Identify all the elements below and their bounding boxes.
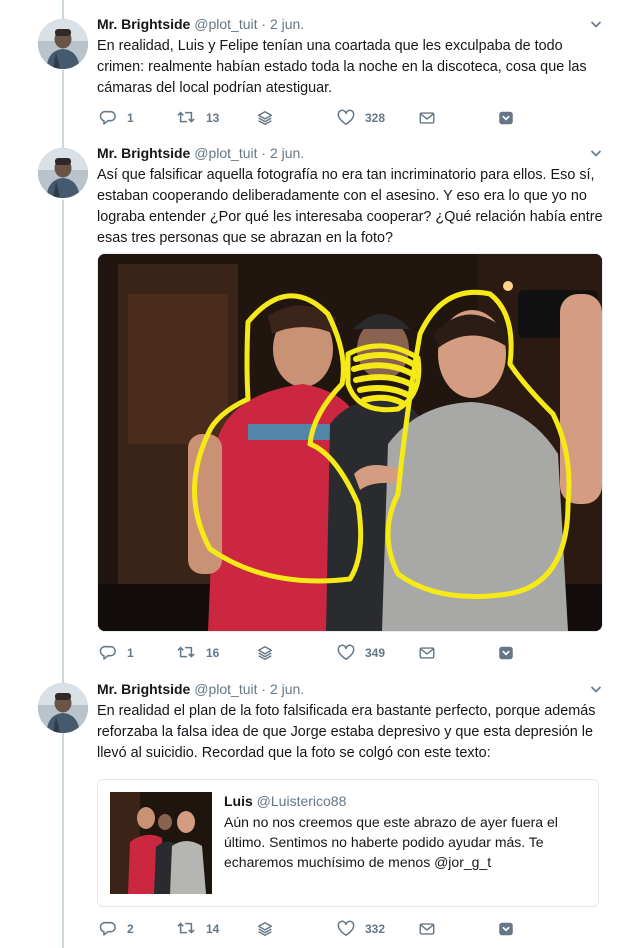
tweet-date[interactable]: 2 jun.	[270, 145, 304, 161]
reply-button[interactable]: 2	[99, 919, 134, 939]
reply-icon	[99, 644, 117, 662]
quoted-photo-image	[110, 792, 212, 894]
stack-button[interactable]	[256, 919, 274, 939]
tweet-actions: 1 16 349	[99, 643, 519, 663]
stack-icon	[256, 109, 274, 127]
save-button[interactable]	[497, 108, 515, 128]
retweet-icon	[176, 920, 196, 938]
quoted-author-name[interactable]: Luis	[224, 793, 253, 809]
author-name[interactable]: Mr. Brightside	[97, 145, 190, 161]
dm-button[interactable]	[418, 643, 436, 663]
tweet-text: En realidad, Luis y Felipe tenían una co…	[97, 38, 587, 96]
save-button[interactable]	[497, 643, 515, 663]
tweet-actions: 2 14 332	[99, 919, 519, 939]
reply-icon	[99, 109, 117, 127]
chevron-down-icon[interactable]	[589, 146, 603, 160]
like-count: 332	[365, 922, 386, 936]
dm-button[interactable]	[418, 108, 436, 128]
bookmark-icon	[497, 644, 515, 662]
like-count: 349	[365, 646, 386, 660]
reply-count: 2	[127, 922, 134, 936]
author-handle[interactable]: @plot_tuit	[194, 145, 257, 161]
photo-image	[98, 254, 602, 631]
reply-icon	[99, 920, 117, 938]
separator-dot: ·	[261, 681, 267, 697]
like-button[interactable]: 328	[337, 108, 385, 128]
retweet-count: 13	[206, 111, 220, 125]
like-count: 328	[365, 111, 386, 125]
quoted-author-handle[interactable]: @Luisterico88	[257, 793, 347, 809]
stack-icon	[256, 644, 274, 662]
stack-icon	[256, 920, 274, 938]
envelope-icon	[418, 644, 436, 662]
reply-button[interactable]: 1	[99, 643, 134, 663]
chevron-down-icon[interactable]	[589, 17, 603, 31]
avatar[interactable]	[38, 683, 88, 733]
retweet-icon	[176, 644, 196, 662]
tweet-photo[interactable]	[97, 253, 603, 632]
tweet-header: Mr. Brightside @plot_tuit · 2 jun.	[97, 680, 603, 700]
avatar[interactable]	[38, 19, 88, 69]
quoted-header: Luis @Luisterico88	[224, 792, 584, 810]
tweet-date[interactable]: 2 jun.	[270, 681, 304, 697]
heart-icon	[337, 644, 355, 662]
heart-icon	[337, 109, 355, 127]
heart-icon	[337, 920, 355, 938]
quoted-tweet[interactable]: Luis @Luisterico88 Aún no nos creemos qu…	[97, 779, 599, 907]
like-button[interactable]: 332	[337, 919, 385, 939]
like-button[interactable]: 349	[337, 643, 385, 663]
tweet[interactable]: Mr. Brightside @plot_tuit · 2 jun. Así q…	[0, 140, 637, 670]
reply-count: 1	[127, 646, 134, 660]
retweet-count: 16	[206, 646, 220, 660]
retweet-icon	[176, 109, 196, 127]
envelope-icon	[418, 920, 436, 938]
author-handle[interactable]: @plot_tuit	[194, 16, 257, 32]
chevron-down-icon[interactable]	[589, 682, 603, 696]
dm-button[interactable]	[418, 919, 436, 939]
quoted-photo[interactable]	[110, 792, 212, 894]
separator-dot: ·	[261, 16, 267, 32]
tweet-actions: 1 13 328	[99, 108, 519, 128]
retweet-button[interactable]: 13	[176, 108, 219, 128]
reply-count: 1	[127, 111, 134, 125]
author-name[interactable]: Mr. Brightside	[97, 681, 190, 697]
retweet-count: 14	[206, 922, 220, 936]
tweet-header: Mr. Brightside @plot_tuit · 2 jun.	[97, 144, 603, 164]
tweet-date[interactable]: 2 jun.	[270, 16, 304, 32]
retweet-button[interactable]: 14	[176, 919, 219, 939]
tweet-text: Así que falsificar aquella fotografía no…	[97, 167, 603, 246]
envelope-icon	[418, 109, 436, 127]
bookmark-icon	[497, 109, 515, 127]
quoted-text: Aún no nos creemos que este abrazo de ay…	[224, 814, 558, 870]
stack-button[interactable]	[256, 643, 274, 663]
bookmark-icon	[497, 920, 515, 938]
stack-button[interactable]	[256, 108, 274, 128]
separator-dot: ·	[261, 145, 267, 161]
tweet[interactable]: Mr. Brightside @plot_tuit · 2 jun. En re…	[0, 0, 637, 140]
save-button[interactable]	[497, 919, 515, 939]
reply-button[interactable]: 1	[99, 108, 134, 128]
author-name[interactable]: Mr. Brightside	[97, 16, 190, 32]
tweet[interactable]: Mr. Brightside @plot_tuit · 2 jun. En re…	[0, 670, 637, 948]
avatar[interactable]	[38, 148, 88, 198]
retweet-button[interactable]: 16	[176, 643, 219, 663]
tweet-header: Mr. Brightside @plot_tuit · 2 jun.	[97, 15, 603, 35]
author-handle[interactable]: @plot_tuit	[194, 681, 257, 697]
tweet-text: En realidad el plan de la foto falsifica…	[97, 703, 596, 761]
